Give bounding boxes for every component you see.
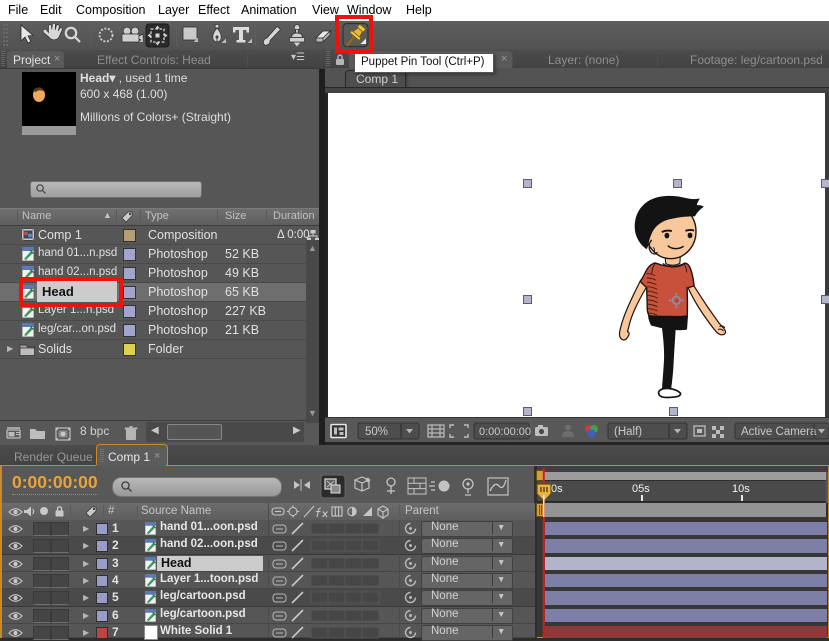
svg-text:Active Camera: Active Camera <box>741 426 817 438</box>
svg-text:0:00:00:00: 0:00:00:00 <box>479 426 531 438</box>
svg-text:(Half): (Half) <box>614 426 642 438</box>
svg-text:50%: 50% <box>365 426 388 438</box>
